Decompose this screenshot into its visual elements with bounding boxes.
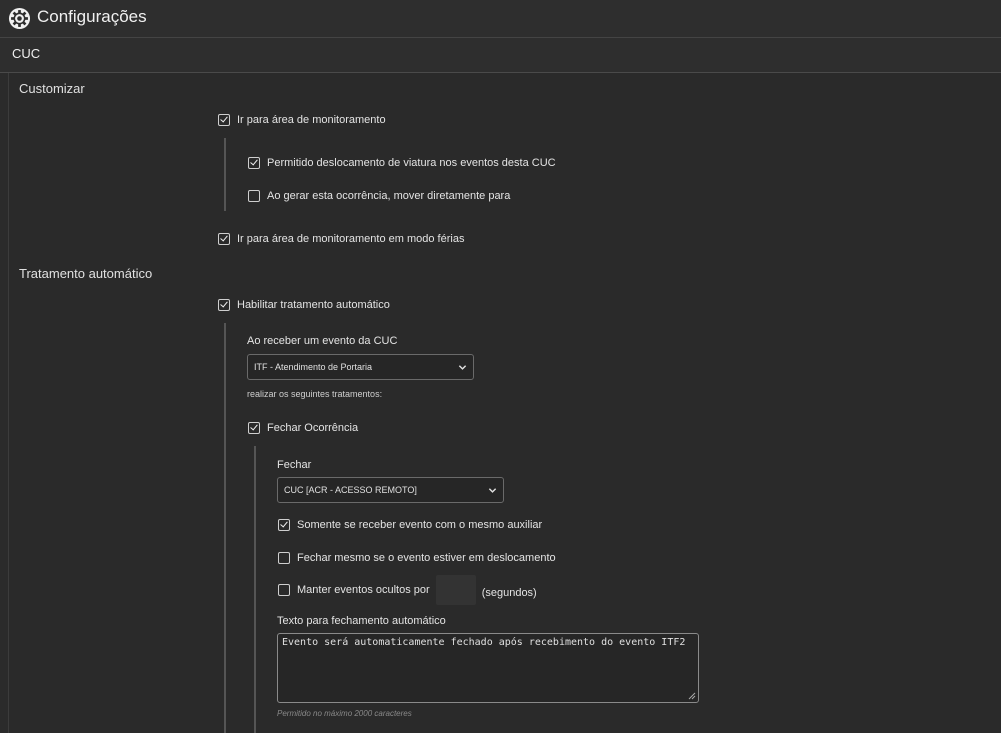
- fechar-label: Fechar: [277, 459, 312, 471]
- fechar-ocorrencia-label: Fechar Ocorrência: [267, 422, 359, 434]
- receber-evento-label: Ao receber um evento da CUC: [247, 335, 398, 347]
- mover-diretamente-option[interactable]: Ao gerar esta ocorrência, mover diretame…: [248, 190, 510, 202]
- chevron-down-icon: [488, 488, 497, 493]
- ir-monitoramento-checkbox[interactable]: [218, 114, 230, 126]
- mesmo-auxiliar-label: Somente se receber evento com o mesmo au…: [297, 519, 543, 531]
- texto-fechamento-textarea[interactable]: Evento será automaticamente fechado após…: [277, 633, 699, 703]
- mesmo-auxiliar-checkbox[interactable]: [278, 519, 290, 531]
- gear-icon: [8, 7, 31, 30]
- modo-ferias-checkbox[interactable]: [218, 233, 230, 245]
- permitido-deslocamento-label: Permitido deslocamento de viatura nos ev…: [267, 157, 556, 169]
- manter-ocultos-label: Manter eventos ocultos por: [297, 584, 430, 596]
- resize-handle-icon[interactable]: [688, 692, 696, 700]
- texto-hint: Permitido no máximo 2000 caracteres: [277, 709, 412, 718]
- habilitar-tratamento-option[interactable]: Habilitar tratamento automático: [218, 299, 390, 311]
- mesmo-auxiliar-option[interactable]: Somente se receber evento com o mesmo au…: [278, 519, 542, 531]
- section-title: CUC: [12, 46, 41, 61]
- chevron-down-icon: [458, 365, 467, 370]
- em-deslocamento-checkbox[interactable]: [278, 552, 290, 564]
- ir-monitoramento-label: Ir para área de monitoramento: [237, 114, 386, 126]
- manter-ocultos-checkbox[interactable]: [278, 584, 290, 596]
- em-deslocamento-option[interactable]: Fechar mesmo se o evento estiver em desl…: [278, 552, 556, 564]
- permitido-deslocamento-option[interactable]: Permitido deslocamento de viatura nos ev…: [248, 157, 556, 169]
- segundos-input[interactable]: [435, 575, 476, 605]
- ir-monitoramento-option[interactable]: Ir para área de monitoramento: [218, 114, 386, 126]
- evento-select[interactable]: ITF - Atendimento de Portaria: [247, 354, 474, 380]
- modo-ferias-label: Ir para área de monitoramento em modo fé…: [237, 233, 465, 245]
- em-deslocamento-label: Fechar mesmo se o evento estiver em desl…: [297, 552, 556, 564]
- texto-fechamento-label: Texto para fechamento automático: [277, 615, 446, 627]
- permitido-deslocamento-checkbox[interactable]: [248, 157, 260, 169]
- habilitar-tratamento-label: Habilitar tratamento automático: [237, 299, 390, 311]
- top-bar: Configurações: [0, 0, 1001, 38]
- fechar-ocorrencia-option[interactable]: Fechar Ocorrência: [248, 422, 358, 434]
- manter-ocultos-option[interactable]: Manter eventos ocultos por (segundos): [278, 575, 537, 605]
- texto-fechamento-value: Evento será automaticamente fechado após…: [282, 637, 686, 648]
- group-title-tratamento: Tratamento automático: [19, 266, 153, 281]
- page-title: Configurações: [37, 7, 147, 26]
- mover-diretamente-label: Ao gerar esta ocorrência, mover diretame…: [267, 190, 511, 202]
- fechar-select[interactable]: CUC [ACR - ACESSO REMOTO]: [277, 477, 504, 503]
- fechar-ocorrencia-checkbox[interactable]: [248, 422, 260, 434]
- habilitar-tratamento-checkbox[interactable]: [218, 299, 230, 311]
- fechar-select-value: CUC [ACR - ACESSO REMOTO]: [284, 485, 417, 495]
- nested-divider-fechar: [254, 446, 256, 733]
- section-header-cuc[interactable]: CUC: [0, 38, 1001, 73]
- mover-diretamente-checkbox[interactable]: [248, 190, 260, 202]
- group-title-customizar: Customizar: [19, 81, 85, 96]
- nested-divider-tratamento: [224, 323, 226, 733]
- realizar-tratamentos-label: realizar os seguintes tratamentos:: [247, 389, 383, 399]
- segundos-suffix: (segundos): [481, 587, 537, 599]
- nested-divider: [224, 138, 226, 211]
- evento-select-value: ITF - Atendimento de Portaria: [254, 362, 373, 372]
- modo-ferias-option[interactable]: Ir para área de monitoramento em modo fé…: [218, 233, 464, 245]
